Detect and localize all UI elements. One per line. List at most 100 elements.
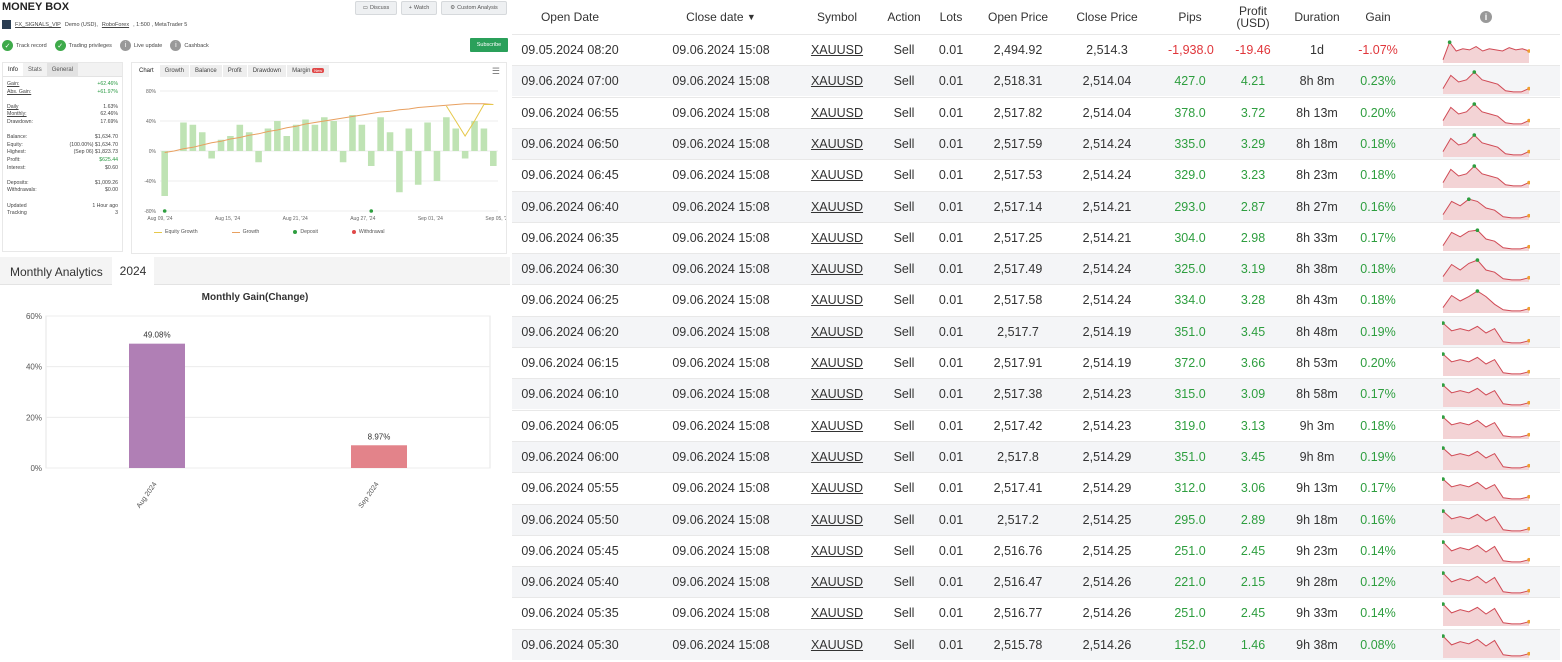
cell-close-price: 2,514.25: [1082, 512, 1132, 527]
col-duration[interactable]: Duration: [1290, 0, 1344, 34]
cell-lots: 0.01: [938, 74, 964, 89]
table-row[interactable]: 09.06.2024 06:55 09.06.2024 15:08 XAUUSD Se…: [512, 96, 1560, 129]
table-row[interactable]: 09.06.2024 06:15 09.06.2024 15:08 XAUUSD Se…: [512, 347, 1560, 378]
cell-duration: 8h 43m: [1296, 293, 1338, 308]
cell-symbol[interactable]: XAUUSD: [802, 129, 872, 160]
badge-track-record[interactable]: ✓ Track record: [2, 40, 47, 51]
cell-symbol[interactable]: XAUUSD: [802, 411, 872, 442]
cell-profit: 3.66: [1240, 356, 1266, 370]
watch-button[interactable]: + Watch: [401, 1, 437, 15]
table-row[interactable]: 09.06.2024 05:45 09.06.2024 15:08 XAUUSD Se…: [512, 534, 1560, 567]
cell-symbol[interactable]: XAUUSD: [802, 254, 872, 285]
cell-duration: 8h 58m: [1296, 387, 1338, 402]
cell-symbol[interactable]: XAUUSD: [802, 98, 872, 129]
table-row[interactable]: 09.06.2024 07:00 09.06.2024 15:08 XAUUSD Se…: [512, 65, 1560, 97]
cell-open-price: 2,518.31: [993, 74, 1043, 89]
table-row[interactable]: 09.06.2024 06:20 09.06.2024 15:08 XAUUSD Se…: [512, 315, 1560, 348]
tab-year-2024[interactable]: 2024: [112, 257, 154, 285]
cell-profit: 2.89: [1240, 512, 1266, 527]
table-row[interactable]: 09.06.2024 05:50 09.06.2024 15:08 XAUUSD Se…: [512, 503, 1560, 536]
cell-open-date: 09.06.2024 06:25: [521, 293, 619, 308]
info-label[interactable]: Daily: [7, 104, 19, 112]
cell-lots: 0.01: [938, 481, 964, 496]
table-row[interactable]: 09.06.2024 05:35 09.06.2024 15:08 XAUUSD Se…: [512, 597, 1560, 628]
tab-margin[interactable]: Margin New: [287, 64, 330, 77]
cell-action: Sell: [893, 262, 915, 277]
table-row[interactable]: 09.05.2024 08:20 09.06.2024 15:08 XAUUSD Se…: [512, 34, 1560, 65]
table-row[interactable]: 09.06.2024 05:40 09.06.2024 15:08 XAUUSD Se…: [512, 566, 1560, 598]
growth-bar: [405, 128, 413, 151]
info-value: $1,634.70: [94, 134, 118, 141]
badge-live-update[interactable]: i Live update: [119, 40, 162, 51]
cell-symbol[interactable]: XAUUSD: [802, 223, 872, 254]
tab-drawdown[interactable]: Drawdown: [247, 64, 287, 77]
col-lots[interactable]: Lots: [932, 0, 970, 34]
table-row[interactable]: 09.06.2024 05:30 09.06.2024 15:08 XAUUSD Se…: [512, 628, 1560, 661]
col-close-price[interactable]: Close Price: [1069, 0, 1145, 34]
col-open-date[interactable]: Open Date: [512, 0, 628, 34]
tab-profit[interactable]: Profit: [222, 64, 247, 77]
table-row[interactable]: 09.06.2024 06:10 09.06.2024 15:08 XAUUSD Se…: [512, 378, 1560, 410]
col-symbol[interactable]: Symbol: [802, 0, 872, 34]
cell-action: Sell: [893, 168, 915, 183]
info-icon: i: [119, 40, 131, 51]
cell-symbol[interactable]: XAUUSD: [802, 285, 872, 316]
cell-symbol[interactable]: XAUUSD: [802, 598, 872, 629]
info-label[interactable]: Gain:: [7, 81, 19, 89]
table-row[interactable]: 09.06.2024 06:35 09.06.2024 15:08 XAUUSD Se…: [512, 221, 1560, 254]
table-row[interactable]: 09.06.2024 06:05 09.06.2024 15:08 XAUUSD Se…: [512, 409, 1560, 442]
table-row[interactable]: 09.06.2024 06:40 09.06.2024 15:08 XAUUSD Se…: [512, 190, 1560, 223]
badge-trading-privileges[interactable]: ✓ Trading privileges: [54, 40, 112, 51]
cell-symbol[interactable]: XAUUSD: [802, 536, 872, 567]
cell-duration: 9h 23m: [1296, 543, 1338, 558]
cell-symbol[interactable]: XAUUSD: [802, 442, 872, 473]
monthly-bar: [351, 445, 407, 468]
cell-close-date: 09.06.2024 15:08: [672, 449, 770, 464]
cell-symbol[interactable]: XAUUSD: [802, 505, 872, 536]
chart-settings-icon[interactable]: ☰: [492, 66, 500, 77]
cell-symbol[interactable]: XAUUSD: [802, 379, 872, 410]
subscribe-button[interactable]: Subscribe: [470, 38, 508, 52]
cell-symbol[interactable]: XAUUSD: [802, 348, 872, 379]
account-info: FX_SIGNALS_VIP Demo (USD), RoboForex , 1…: [2, 20, 187, 29]
badge-cashback[interactable]: i Cashback: [170, 40, 209, 51]
cell-gain: 0.19%: [1360, 324, 1396, 339]
table-row[interactable]: 09.06.2024 06:50 09.06.2024 15:08 XAUUSD Se…: [512, 127, 1560, 160]
sparkline-high-point: [1472, 70, 1477, 75]
cell-symbol[interactable]: XAUUSD: [802, 66, 872, 97]
info-panel: Info Stats General Gain: +62.46% Abs. Gain…: [2, 62, 123, 252]
info-label[interactable]: Abs. Gain:: [7, 89, 31, 97]
table-row[interactable]: 09.06.2024 06:25 09.06.2024 15:08 XAUUSD Se…: [512, 284, 1560, 315]
table-row[interactable]: 09.06.2024 06:30 09.06.2024 15:08 XAUUSD Se…: [512, 253, 1560, 285]
cell-symbol[interactable]: XAUUSD: [802, 567, 872, 598]
growth-chart-panel: Chart Growth Balance Profit Drawdown Mar…: [131, 62, 507, 254]
broker-link[interactable]: RoboForex: [102, 22, 129, 28]
tab-growth[interactable]: Growth: [159, 64, 190, 77]
cell-symbol[interactable]: XAUUSD: [802, 473, 872, 504]
custom-analysis-button[interactable]: ⚙ Custom Analysis: [441, 1, 507, 15]
col-profit[interactable]: Profit (USD): [1228, 0, 1278, 34]
cell-gain: 0.16%: [1360, 199, 1396, 214]
col-action[interactable]: Action: [880, 0, 928, 34]
col-pips[interactable]: Pips: [1168, 0, 1212, 34]
cell-symbol[interactable]: XAUUSD: [802, 630, 872, 661]
table-row[interactable]: 09.06.2024 06:45 09.06.2024 15:08 XAUUSD Se…: [512, 159, 1560, 190]
tab-info[interactable]: Info: [3, 63, 24, 76]
cell-symbol[interactable]: XAUUSD: [802, 160, 872, 191]
col-open-price[interactable]: Open Price: [980, 0, 1056, 34]
discuss-button[interactable]: ▭ Discuss: [355, 1, 397, 15]
tab-chart[interactable]: Chart: [134, 64, 159, 77]
table-row[interactable]: 09.06.2024 06:00 09.06.2024 15:08 XAUUSD Se…: [512, 440, 1560, 473]
account-name-link[interactable]: FX_SIGNALS_VIP: [15, 22, 61, 28]
cell-symbol[interactable]: XAUUSD: [802, 192, 872, 223]
tab-general[interactable]: General: [46, 63, 79, 76]
table-row[interactable]: 09.06.2024 05:55 09.06.2024 15:08 XAUUSD Se…: [512, 472, 1560, 503]
tab-balance[interactable]: Balance: [190, 64, 222, 77]
cell-symbol[interactable]: XAUUSD: [802, 317, 872, 348]
col-close-date[interactable]: Close date ▼: [667, 0, 775, 34]
info-label[interactable]: Monthly:: [7, 111, 27, 119]
header-info[interactable]: i: [1472, 0, 1500, 34]
cell-symbol[interactable]: XAUUSD: [802, 35, 872, 66]
col-gain[interactable]: Gain: [1358, 0, 1398, 34]
tab-stats[interactable]: Stats: [23, 63, 47, 76]
